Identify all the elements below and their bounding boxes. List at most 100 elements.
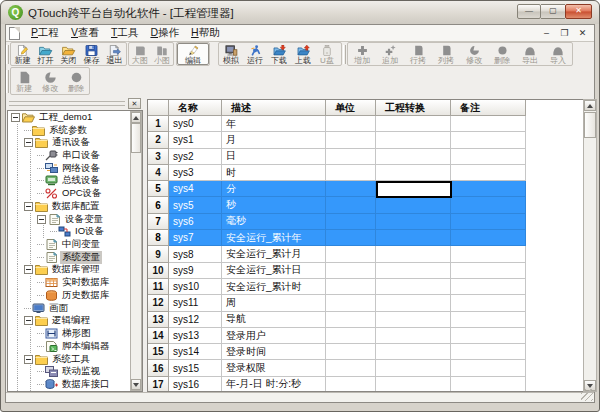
cell[interactable] — [451, 312, 526, 328]
tree-item-数据库管理[interactable]: 数据库管理 — [8, 264, 142, 277]
column-header-描述[interactable]: 描述 — [222, 100, 326, 116]
row-header[interactable]: 1 — [148, 116, 169, 132]
expander-minus-icon[interactable] — [37, 215, 46, 224]
menu-item-h[interactable]: H帮助 — [185, 25, 226, 41]
cell[interactable] — [326, 360, 376, 376]
toolbar-button-add-plus[interactable]: 增加 — [348, 43, 376, 65]
column-header-名称[interactable]: 名称 — [169, 100, 222, 116]
tree-item-系统参数[interactable]: 系统参数 — [8, 124, 142, 137]
row-header[interactable]: 6 — [148, 197, 169, 213]
cell[interactable] — [376, 312, 451, 328]
toolbar-button-close-folder[interactable]: 关闭 — [57, 43, 80, 65]
row-header[interactable]: 17 — [148, 377, 169, 392]
cell[interactable] — [451, 116, 526, 132]
cell[interactable] — [326, 279, 376, 295]
cell[interactable] — [376, 246, 451, 262]
row-header[interactable]: 3 — [148, 149, 169, 165]
cell[interactable] — [451, 344, 526, 360]
cell[interactable] — [326, 344, 376, 360]
row-header[interactable]: 13 — [148, 312, 169, 328]
table-corner-cell[interactable] — [148, 100, 169, 116]
toolbar-button-save-floppy[interactable]: 保存 — [80, 43, 103, 65]
cell[interactable]: 安全运行_累计年 — [222, 230, 326, 246]
toolbar-button-large-icons[interactable]: 大图 — [129, 43, 151, 65]
menu-item-p[interactable]: P工程 — [25, 25, 65, 41]
expander-minus-icon[interactable] — [24, 355, 33, 364]
cell[interactable]: 毫秒 — [222, 214, 326, 230]
cell[interactable]: sys10 — [169, 279, 222, 295]
cell[interactable]: sys3 — [169, 165, 222, 181]
cell[interactable]: sys12 — [169, 312, 222, 328]
cell[interactable] — [326, 377, 376, 392]
cell[interactable] — [376, 360, 451, 376]
tree-item-OPC设备[interactable]: OPC设备 — [8, 187, 142, 200]
cell[interactable] — [376, 165, 451, 181]
cell[interactable] — [451, 360, 526, 376]
toolbar-handle-mid[interactable] — [343, 45, 346, 64]
cell[interactable]: sys6 — [169, 214, 222, 230]
toolbar-button-new-doc[interactable]: 新建 — [11, 43, 34, 65]
tree-item-设备变量[interactable]: 设备变量 — [8, 213, 142, 226]
cell[interactable] — [326, 230, 376, 246]
cell[interactable]: 年-月-日 时:分:秒 — [222, 377, 326, 392]
toolbar-button-modify[interactable]: 修改 — [460, 43, 488, 65]
tree-item-系统变量[interactable]: 系统变量 — [8, 251, 142, 264]
cell[interactable] — [326, 165, 376, 181]
cell[interactable]: sys8 — [169, 246, 222, 262]
tree-item-联动监视[interactable]: 联动监视 — [8, 365, 142, 378]
cell[interactable]: 登录用户 — [222, 328, 326, 344]
cell[interactable]: 日 — [222, 149, 326, 165]
tree-item-IO设备[interactable]: IO设备 — [8, 225, 142, 238]
row-header[interactable]: 12 — [148, 295, 169, 311]
table-scrollbar[interactable] — [583, 99, 597, 392]
cell[interactable]: sys0 — [169, 116, 222, 132]
toolbar-button-open-folder[interactable]: 打开 — [34, 43, 57, 65]
cell[interactable] — [376, 344, 451, 360]
tree-item-工程_demo1[interactable]: 工程_demo1 — [8, 111, 142, 124]
tree-item-梯形图[interactable]: 梯形图 — [8, 327, 142, 340]
cell[interactable]: 安全运行_累计时 — [222, 279, 326, 295]
cell[interactable]: 秒 — [222, 197, 326, 213]
cell[interactable] — [376, 132, 451, 148]
tree-item-脚本编辑器[interactable]: 脚本编辑器 — [8, 340, 142, 353]
cell[interactable]: 导航 — [222, 312, 326, 328]
tree-item-逻辑编程[interactable]: 逻辑编程 — [8, 315, 142, 328]
mdi-restore-button[interactable]: ❐ — [557, 27, 572, 40]
toolbar2-button-新建[interactable]: 新建 — [11, 68, 37, 94]
expander-minus-icon[interactable] — [24, 138, 33, 147]
cell[interactable] — [326, 116, 376, 132]
tree-item-画面[interactable]: 画面 — [8, 302, 142, 315]
cell[interactable]: sys7 — [169, 230, 222, 246]
row-header[interactable]: 5 — [148, 181, 169, 197]
maximize-button[interactable]: ▢ — [541, 4, 565, 19]
cell[interactable] — [376, 197, 451, 213]
cell[interactable] — [326, 295, 376, 311]
cell[interactable] — [451, 377, 526, 392]
toolbar-button-delete[interactable]: 删除 — [488, 43, 516, 65]
row-header[interactable]: 15 — [148, 344, 169, 360]
cell[interactable] — [451, 132, 526, 148]
toolbar-button-run-figure[interactable]: 运行 — [243, 43, 267, 65]
menu-item-t[interactable]: T工具 — [105, 25, 144, 41]
toolbar-button-row-copy[interactable]: 行拷 — [404, 43, 432, 65]
toolbar-handle[interactable] — [6, 45, 9, 64]
menu-item-v[interactable]: V查看 — [65, 25, 105, 41]
cell[interactable] — [451, 246, 526, 262]
toolbar-button-exit-doc[interactable]: 退出 — [103, 43, 126, 65]
cell[interactable] — [326, 263, 376, 279]
toolbar-button-col-copy[interactable]: 列拷 — [432, 43, 460, 65]
cell[interactable] — [451, 197, 526, 213]
toolbar-button-edit-pencil[interactable]: 编辑 — [177, 43, 209, 65]
cell[interactable]: sys4 — [169, 181, 222, 197]
column-header-单位[interactable]: 单位 — [326, 100, 376, 116]
cell[interactable] — [326, 132, 376, 148]
expander-minus-icon[interactable] — [11, 113, 20, 122]
row-header[interactable]: 7 — [148, 214, 169, 230]
toolbar-handle-2[interactable] — [6, 70, 9, 93]
toolbar-button-simulate-monitor[interactable]: 模拟 — [219, 43, 243, 65]
cell[interactable] — [376, 263, 451, 279]
cell[interactable]: sys13 — [169, 328, 222, 344]
tree-item-总线设备[interactable]: 总线设备 — [8, 175, 142, 188]
cell[interactable] — [376, 279, 451, 295]
tree-scrollbar[interactable] — [130, 111, 142, 391]
